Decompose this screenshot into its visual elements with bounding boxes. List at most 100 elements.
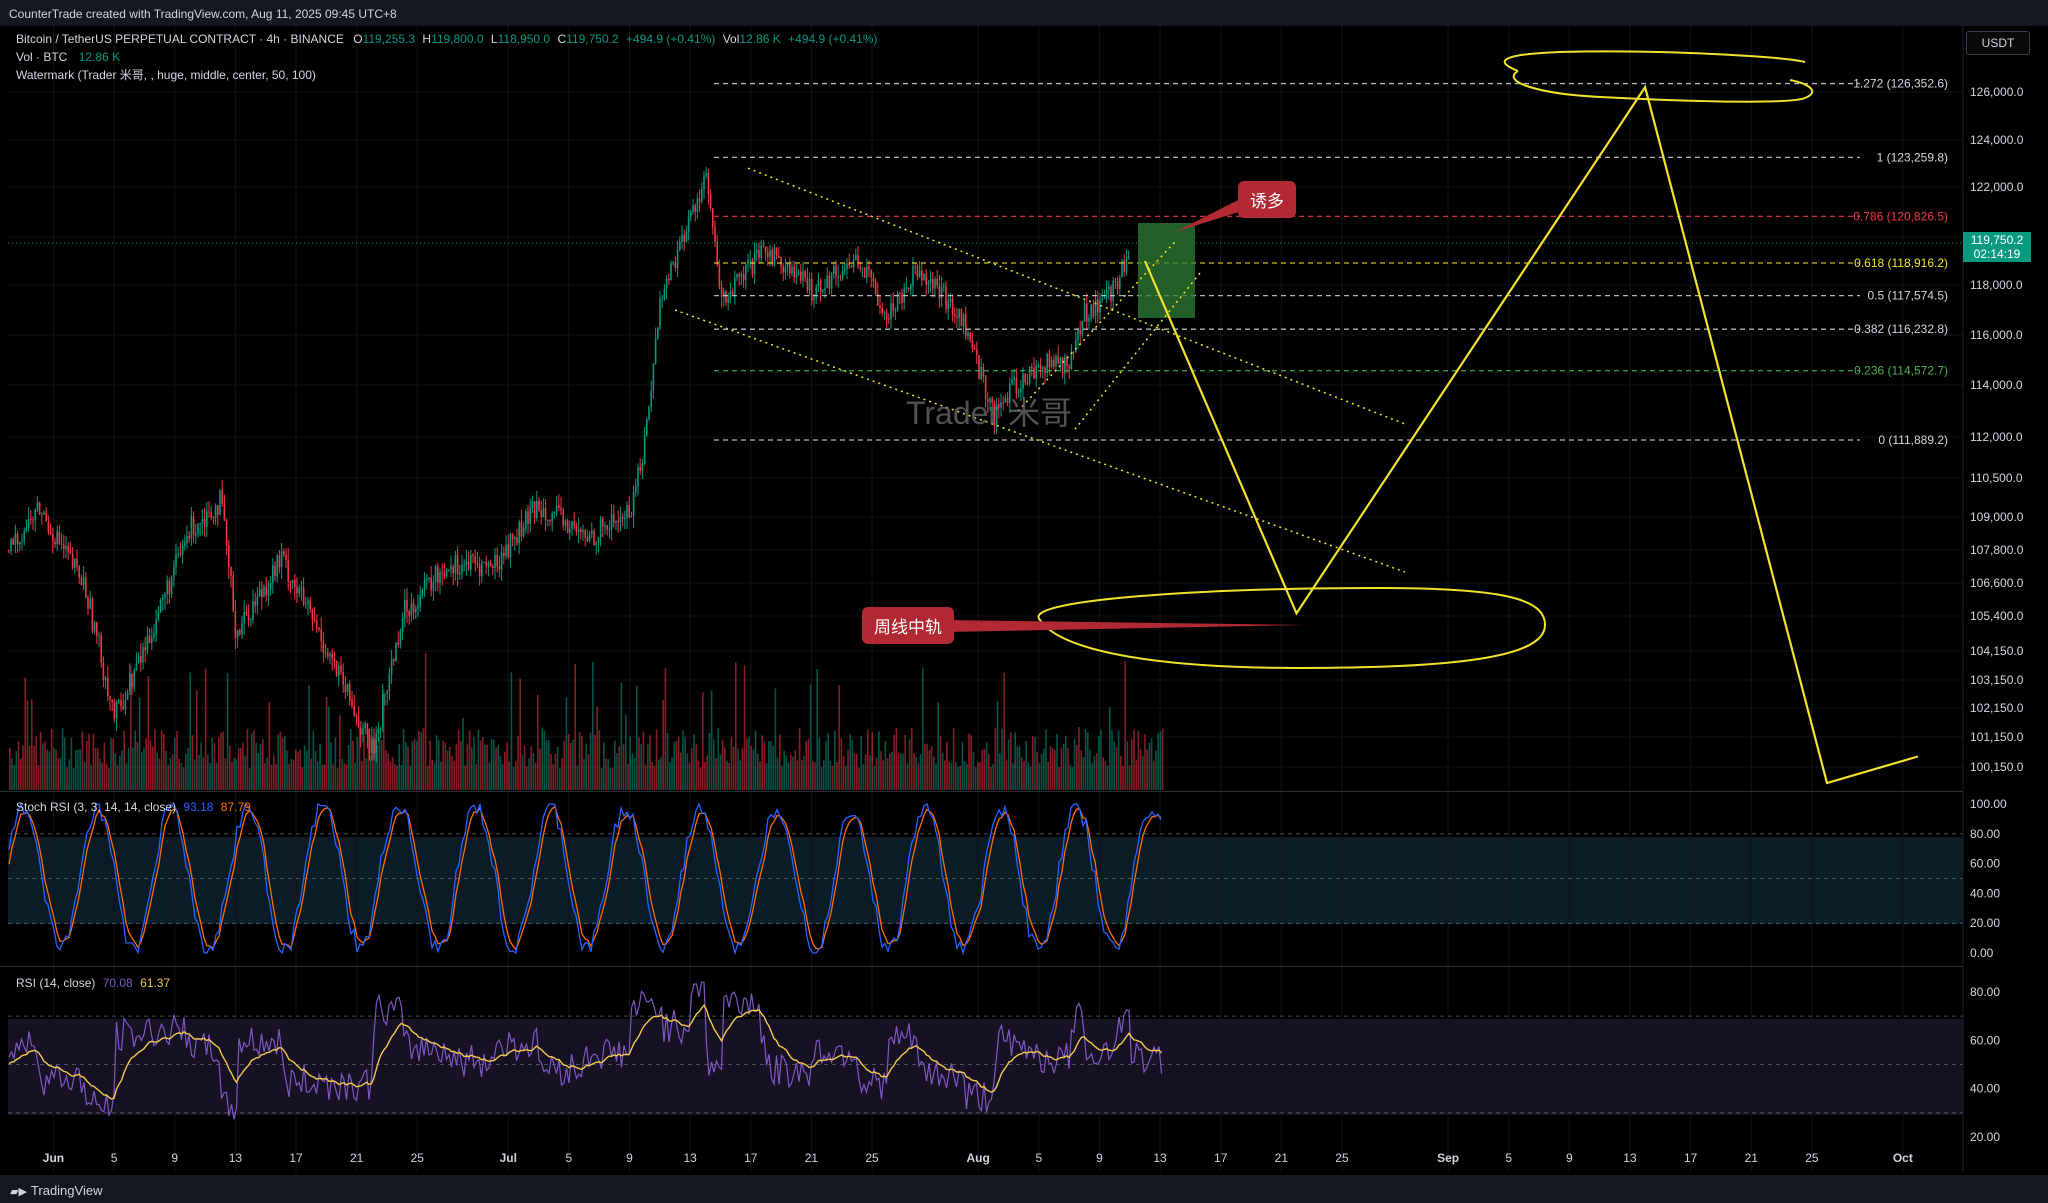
x-axis-tick-label: Aug: [966, 1151, 989, 1165]
candle-body: [846, 263, 848, 270]
chart-canvas[interactable]: Jun 5 9 13 17 21 25 Jul 5 9 13 17 21 25 Aug 5 9 13 17 21 25 S…: [0, 0, 2048, 1203]
candle-body: [168, 580, 171, 595]
candle-body: [617, 520, 619, 522]
volume-bar: [330, 742, 332, 790]
volume-bar: [897, 753, 900, 790]
volume-bar: [275, 764, 277, 790]
volume-bar: [136, 742, 139, 790]
volume-bar: [642, 731, 645, 790]
candle-body: [769, 250, 771, 257]
candle-body: [885, 312, 888, 319]
pane-separator-rsi[interactable]: [0, 966, 1963, 967]
candle-body: [716, 241, 718, 265]
price-axis-label: 100,150.0: [1970, 760, 2024, 774]
candle-body: [1033, 368, 1035, 379]
candle-body: [1088, 317, 1090, 322]
candle-body: [1081, 320, 1084, 335]
volume-bar: [204, 668, 207, 790]
volume-bar: [807, 738, 810, 790]
volume-bar: [754, 730, 757, 790]
volume-bar: [1007, 739, 1010, 790]
symbol-title[interactable]: Bitcoin / TetherUS PERPETUAL CONTRACT · …: [16, 32, 344, 46]
x-axis-tick-label: 21: [350, 1151, 364, 1165]
candle-body: [27, 518, 30, 528]
volume-bar: [273, 754, 275, 790]
candle-body: [335, 660, 338, 676]
candle-body: [140, 655, 142, 663]
volume-bar: [193, 759, 196, 790]
candle-body: [261, 588, 263, 598]
volume-bar: [873, 765, 876, 790]
candle-body: [945, 286, 947, 310]
price-axis-label: 109,000.0: [1970, 510, 2024, 524]
volume-bar: [1111, 729, 1113, 790]
volume-bar: [1098, 736, 1100, 790]
volume-bar: [541, 727, 543, 790]
volume-bar: [519, 678, 521, 790]
pane-separator-stoch[interactable]: [0, 791, 1963, 792]
high-value: 119,800.0: [431, 32, 484, 46]
volume-bar: [554, 753, 557, 790]
volume-bar: [112, 738, 114, 790]
stoch-rsi-legend[interactable]: Stoch RSI (3, 3, 14, 14, close) 93.18 87…: [16, 800, 251, 814]
candle-body: [239, 629, 241, 635]
candle-body: [494, 555, 496, 569]
volume-bar: [759, 761, 761, 790]
candle-body: [386, 690, 388, 694]
tradingview-brand: TradingView: [30, 1183, 103, 1198]
legend-watermark-line[interactable]: Watermark (Trader 米哥, , huge, middle, ce…: [16, 66, 316, 83]
candle-body: [421, 589, 424, 596]
candle-body: [234, 611, 237, 638]
currency-selector[interactable]: USDT: [1966, 31, 2030, 55]
volume-bar: [682, 730, 684, 790]
volume-bar: [836, 762, 838, 790]
volume-bar: [409, 765, 411, 790]
tv-logo-icon: ▰▶: [10, 1186, 27, 1198]
candle-body: [639, 467, 641, 471]
volume-bar: [959, 765, 961, 790]
volume-bar: [20, 758, 22, 790]
volume-bar: [867, 729, 869, 790]
price-axis-label: 122,000.0: [1970, 180, 2024, 194]
candle-body: [291, 580, 294, 583]
volume-bar: [1120, 756, 1122, 790]
candle-body: [1127, 256, 1130, 260]
rsi-legend[interactable]: RSI (14, close) 70.08 61.37: [16, 976, 170, 990]
volume-bar: [1155, 750, 1157, 790]
volume-bar: [438, 740, 440, 790]
candle-body: [1086, 303, 1088, 322]
weekly-mid-callout[interactable]: 周线中轨: [862, 607, 954, 644]
volume-bar: [829, 760, 832, 790]
candle-body: [230, 566, 232, 576]
volume-bar: [603, 742, 605, 790]
x-axis-tick-label: 25: [1805, 1151, 1819, 1165]
volume-bar: [906, 763, 909, 790]
candle-body: [382, 693, 384, 728]
candle-body: [615, 520, 617, 523]
candle-body: [1011, 379, 1013, 385]
volume-bar: [842, 755, 845, 790]
volume-bar: [231, 761, 233, 790]
candle-body: [63, 544, 65, 549]
volume-bar: [473, 736, 475, 790]
volume-bar: [70, 737, 73, 790]
o-label: O: [353, 32, 363, 46]
candle-body: [872, 277, 875, 282]
volume-bar: [246, 728, 249, 790]
legend-volume-line[interactable]: Vol · BTC 12.86 K: [16, 50, 120, 64]
volume-bar: [702, 692, 704, 790]
volume-bar: [1144, 734, 1146, 790]
bull-trap-callout[interactable]: 诱多: [1238, 181, 1296, 218]
candle-body: [938, 285, 941, 299]
candle-body: [608, 529, 611, 531]
volume-bar: [28, 745, 31, 790]
volume-bar: [493, 739, 495, 790]
candle-body: [192, 516, 195, 536]
volume-bar: [68, 759, 70, 790]
volume-bar: [464, 765, 466, 790]
volume-bar: [1133, 729, 1135, 790]
volume-bar: [341, 758, 343, 790]
volume-bar: [226, 673, 229, 790]
fib-level-label: 0.236 (114,572.7): [1854, 364, 1948, 378]
tradingview-logo[interactable]: ▰▶ TradingView: [10, 1183, 102, 1198]
